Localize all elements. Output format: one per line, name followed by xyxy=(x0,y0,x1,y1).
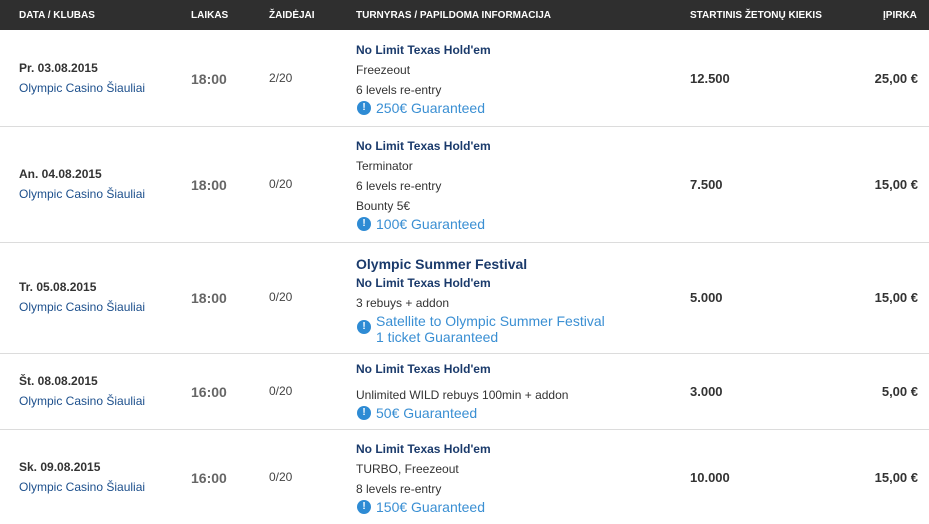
row-starting-chips: 5.000 xyxy=(690,290,723,305)
guarantee-note: ! 50€ Guaranteed xyxy=(356,405,676,421)
row-tournament-info: No Limit Texas Hold'em TURBO, Freezeout … xyxy=(356,439,676,515)
row-time: 18:00 xyxy=(191,177,227,193)
row-players: 2/20 xyxy=(269,71,293,85)
header-tournament: TURNYRAS / PAPILDOMA INFORMACIJA xyxy=(356,10,551,21)
row-club-link[interactable]: Olympic Casino Šiauliai xyxy=(19,300,145,314)
row-starting-chips: 3.000 xyxy=(690,384,723,399)
row-date: Št. 08.08.2015 xyxy=(19,374,98,388)
guarantee-note: ! Satellite to Olympic Summer Festival 1… xyxy=(356,313,676,345)
tournament-detail: Freezeout xyxy=(356,63,411,77)
row-date: Sk. 09.08.2015 xyxy=(19,460,101,474)
row-starting-chips: 12.500 xyxy=(690,71,730,86)
game-name-link[interactable]: No Limit Texas Hold'em xyxy=(356,359,676,379)
row-date: Tr. 05.08.2015 xyxy=(19,280,97,294)
info-icon: ! xyxy=(357,500,371,514)
table-row[interactable]: Št. 08.08.2015 Olympic Casino Šiauliai 1… xyxy=(0,354,929,430)
game-name-link[interactable]: No Limit Texas Hold'em xyxy=(356,40,676,60)
header-time: LAIKAS xyxy=(191,10,229,21)
row-players: 0/20 xyxy=(269,384,293,398)
tournament-detail: 8 levels re-entry xyxy=(356,482,442,496)
row-starting-chips: 10.000 xyxy=(690,470,730,485)
guarantee-note: ! 100€ Guaranteed xyxy=(356,216,676,232)
row-club-link[interactable]: Olympic Casino Šiauliai xyxy=(19,480,145,494)
header-buyin: ĮPIRKA xyxy=(883,10,917,21)
table-header: DATA / KLUBAS LAIKAS ŽAIDĖJAI TURNYRAS /… xyxy=(0,0,929,30)
info-icon: ! xyxy=(357,101,371,115)
row-tournament-info: No Limit Texas Hold'em Terminator 6 leve… xyxy=(356,136,676,232)
row-buyin: 15,00 € xyxy=(874,177,918,192)
table-row[interactable]: Tr. 05.08.2015 Olympic Casino Šiauliai 1… xyxy=(0,243,929,354)
table-row[interactable]: An. 04.08.2015 Olympic Casino Šiauliai 1… xyxy=(0,127,929,243)
game-name-link[interactable]: No Limit Texas Hold'em xyxy=(356,439,676,459)
tournament-detail: 6 levels re-entry xyxy=(356,179,442,193)
info-icon: ! xyxy=(357,217,371,231)
guarantee-note: ! 150€ Guaranteed xyxy=(356,499,676,515)
row-club-link[interactable]: Olympic Casino Šiauliai xyxy=(19,187,145,201)
tournament-detail: TURBO, Freezeout xyxy=(356,462,459,476)
guarantee-text: 50€ Guaranteed xyxy=(376,405,478,421)
row-players: 0/20 xyxy=(269,290,293,304)
guarantee-text: Satellite to Olympic Summer Festival xyxy=(376,313,605,329)
row-club-link[interactable]: Olympic Casino Šiauliai xyxy=(19,394,145,408)
row-tournament-info: No Limit Texas Hold'em Unlimited WILD re… xyxy=(356,359,676,421)
row-time: 16:00 xyxy=(191,384,227,400)
guarantee-text: 250€ Guaranteed xyxy=(376,100,485,116)
row-time: 18:00 xyxy=(191,290,227,306)
row-time: 18:00 xyxy=(191,71,227,87)
header-date-club: DATA / KLUBAS xyxy=(19,10,95,21)
guarantee-text: 150€ Guaranteed xyxy=(376,499,485,515)
table-row[interactable]: Sk. 09.08.2015 Olympic Casino Šiauliai 1… xyxy=(0,430,929,524)
guarantee-text: 100€ Guaranteed xyxy=(376,216,485,232)
guarantee-text: 1 ticket Guaranteed xyxy=(376,329,499,345)
tournament-detail: Terminator xyxy=(356,159,413,173)
row-players: 0/20 xyxy=(269,177,293,191)
row-date: An. 04.08.2015 xyxy=(19,167,102,181)
festival-name-link[interactable]: Olympic Summer Festival xyxy=(356,255,676,273)
guarantee-note: ! 250€ Guaranteed xyxy=(356,100,676,116)
tournament-detail: 3 rebuys + addon xyxy=(356,296,450,310)
row-date: Pr. 03.08.2015 xyxy=(19,61,98,75)
tournament-detail: Bounty 5€ xyxy=(356,199,411,213)
table-row[interactable]: Pr. 03.08.2015 Olympic Casino Šiauliai 1… xyxy=(0,31,929,127)
row-tournament-info: No Limit Texas Hold'em Freezeout 6 level… xyxy=(356,40,676,116)
row-club-link[interactable]: Olympic Casino Šiauliai xyxy=(19,81,145,95)
row-buyin: 15,00 € xyxy=(874,290,918,305)
info-icon: ! xyxy=(357,320,371,334)
header-chips: STARTINIS ŽETONŲ KIEKIS xyxy=(690,10,822,21)
row-tournament-info: Olympic Summer Festival No Limit Texas H… xyxy=(356,255,676,345)
row-players: 0/20 xyxy=(269,470,293,484)
info-icon: ! xyxy=(357,406,371,420)
row-buyin: 15,00 € xyxy=(874,470,918,485)
header-players: ŽAIDĖJAI xyxy=(269,10,315,21)
game-name-link[interactable]: No Limit Texas Hold'em xyxy=(356,273,676,293)
row-starting-chips: 7.500 xyxy=(690,177,723,192)
row-time: 16:00 xyxy=(191,470,227,486)
row-buyin: 25,00 € xyxy=(874,71,918,86)
tournament-detail: Unlimited WILD rebuys 100min + addon xyxy=(356,388,569,402)
row-buyin: 5,00 € xyxy=(881,384,918,399)
tournament-detail: 6 levels re-entry xyxy=(356,83,442,97)
game-name-link[interactable]: No Limit Texas Hold'em xyxy=(356,136,676,156)
